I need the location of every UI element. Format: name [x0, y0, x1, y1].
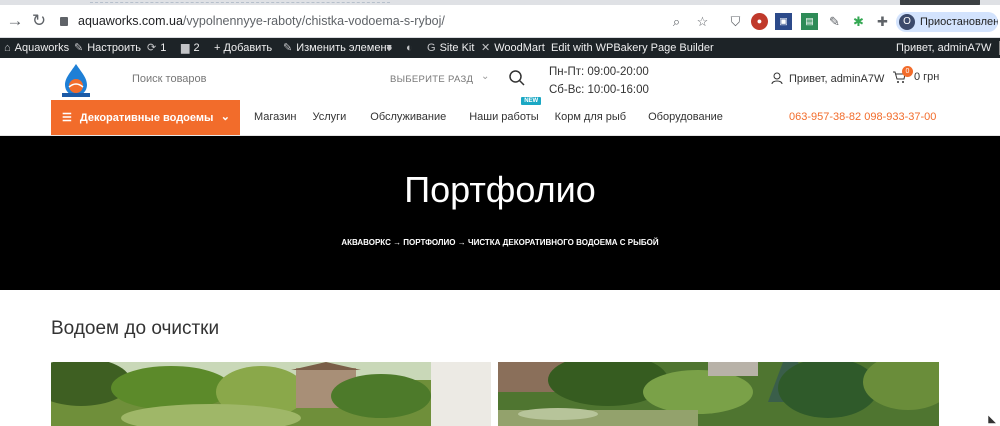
hamburger-icon: ☰ [62, 112, 72, 124]
category-select[interactable]: ВЫБЕРИТЕ РАЗД [390, 74, 473, 85]
menu-item-services[interactable]: Услуги [312, 111, 346, 123]
working-hours: Пн-Пт: 09:00-20:00 Сб-Вс: 10:00-16:00 [549, 63, 649, 99]
extension-green-icon[interactable]: ▤ [801, 13, 818, 30]
scroll-corner-icon: ◣ [988, 414, 996, 425]
main-menu: Магазин Услуги Обслуживание Наши работы … [254, 97, 723, 123]
url-field[interactable]: aquaworks.com.ua/vypolnennyye-raboty/chi… [60, 14, 445, 28]
logo-icon[interactable] [60, 63, 92, 99]
admin-woodmart-label: WoodMart [494, 42, 545, 54]
menu-item-maintenance[interactable]: Обслуживание [370, 111, 446, 123]
page-title: Портфолио [404, 169, 596, 210]
forward-icon[interactable]: → [4, 10, 26, 32]
admin-sitekit-label: Site Kit [439, 42, 475, 54]
admin-edit-label: Изменить элемент [296, 42, 392, 54]
admin-greeting: Привет, adminA7W [896, 42, 992, 54]
admin-woodmart-link[interactable]: ✕ WoodMart [481, 38, 545, 58]
admin-ext-a[interactable]: ● [386, 38, 393, 58]
updates-icon: ⟳ [147, 42, 157, 54]
pencil-icon: ✎ [283, 42, 293, 54]
cart-icon: 0 [892, 66, 913, 84]
admin-ext-b[interactable]: ◐ [406, 38, 413, 58]
user-icon [771, 72, 783, 85]
shield-extension-icon[interactable]: ⛉ [727, 13, 744, 30]
admin-updates-count: 1 [160, 42, 167, 54]
admin-wpbakery-label: Edit with WPBakery Page Builder [551, 42, 714, 54]
zoom-icon[interactable]: ⌕ [668, 13, 685, 30]
pond-photo-before-1[interactable] [51, 362, 491, 426]
admin-wpbakery-link[interactable]: Edit with WPBakery Page Builder [551, 38, 714, 58]
account-label: Привет, adminA7W [789, 72, 885, 85]
lock-icon [60, 17, 68, 26]
admin-new-link[interactable]: + Добавить [214, 38, 272, 58]
address-bar: → ↻ aquaworks.com.ua/vypolnennyye-raboty… [0, 5, 1000, 38]
profile-chip[interactable]: O Приостановлена [896, 12, 998, 32]
woodmart-icon: ✕ [481, 42, 491, 54]
cart-link[interactable]: 0 0 грн [892, 66, 940, 84]
admin-edit-link[interactable]: ✎ Изменить элемент [283, 38, 392, 58]
menu-item-fish-food[interactable]: Корм для рыб [555, 111, 626, 123]
google-icon: G [427, 42, 436, 54]
search-icon[interactable] [508, 69, 526, 87]
site-header: Поиск товаров ВЫБЕРИТЕ РАЗД ⌄ Пн-Пт: 09:… [0, 58, 1000, 136]
brush-icon: ✎ [74, 42, 84, 54]
extension-bug-icon[interactable]: ✱ [850, 13, 867, 30]
admin-account-link[interactable]: Привет, adminA7W [896, 38, 1000, 58]
reload-icon[interactable]: ↻ [28, 10, 50, 32]
page-hero: Портфолио Акваворкс → Портфолио → Чистка… [0, 136, 1000, 290]
menu-item-equipment[interactable]: Оборудование [648, 111, 723, 123]
url-path: /vypolnennyye-raboty/chistka-vodoema-s-r… [182, 14, 445, 28]
plugin-b-icon: ◐ [406, 42, 413, 54]
admin-site-label: Aquaworks [14, 42, 70, 54]
wp-admin-bar: ⌂ Aquaworks ✎ Настроить ⟳ 1 ▆ 2 + Добавить ✎… [0, 38, 1000, 58]
admin-customize-label: Настроить [87, 42, 141, 54]
cart-total: 0 грн [914, 71, 940, 83]
extension-red-icon[interactable]: ● [751, 13, 768, 30]
categories-button[interactable]: ☰ Декоративные водоемы ⌄ [51, 100, 240, 135]
avatar: O [899, 14, 915, 30]
admin-customize-link[interactable]: ✎ Настроить [74, 38, 141, 58]
pond-photo-before-2[interactable] [498, 362, 939, 426]
extension-image-icon[interactable]: ▣ [775, 13, 792, 30]
admin-comments-link[interactable]: ▆ 2 [181, 38, 200, 58]
plugin-a-icon: ● [386, 42, 393, 54]
hours-weekend: Сб-Вс: 10:00-16:00 [549, 84, 649, 96]
menu-item-shop[interactable]: Магазин [254, 111, 296, 123]
chevron-down-icon: ⌄ [220, 111, 230, 123]
breadcrumb: Акваворкс → Портфолио → Чистка декоратив… [341, 238, 659, 247]
search-input[interactable]: Поиск товаров [132, 73, 207, 85]
profile-label: Приостановлена [920, 16, 998, 28]
admin-sitekit-link[interactable]: G Site Kit [427, 38, 474, 58]
tab-ghost [90, 0, 390, 3]
admin-updates-link[interactable]: ⟳ 1 [147, 38, 166, 58]
comment-icon: ▆ [181, 42, 190, 54]
home-icon: ⌂ [4, 42, 11, 54]
menu-item-our-works-label: Наши работы [469, 111, 539, 123]
admin-site-link[interactable]: ⌂ Aquaworks [4, 38, 69, 58]
menu-item-our-works[interactable]: Наши работы NEW [469, 97, 542, 123]
categories-label: Декоративные водоемы [79, 111, 214, 124]
admin-comments-count: 2 [193, 42, 200, 54]
section-title: Водоем до очистки [51, 318, 220, 339]
phone-numbers[interactable]: 063-957-38-82 098-933-37-00 [789, 111, 936, 123]
account-link[interactable]: Привет, adminA7W [771, 72, 884, 85]
url-domain: aquaworks.com.ua [78, 14, 183, 28]
new-badge: NEW [521, 97, 542, 105]
bookmark-star-icon[interactable]: ☆ [694, 13, 711, 30]
hours-weekdays: Пн-Пт: 09:00-20:00 [549, 66, 649, 78]
admin-new-label: + Добавить [214, 42, 273, 54]
chevron-down-icon[interactable]: ⌄ [481, 71, 489, 82]
extension-eyedropper-icon[interactable]: ✎ [826, 13, 843, 30]
cart-count-badge: 0 [902, 66, 913, 77]
extensions-puzzle-icon[interactable]: ✚ [874, 13, 891, 30]
